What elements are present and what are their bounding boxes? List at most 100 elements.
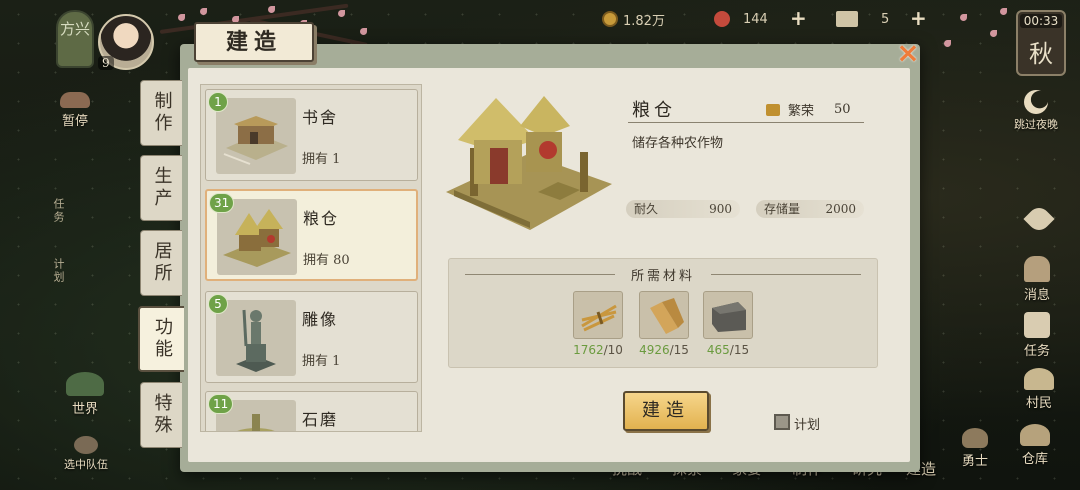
tab-production[interactable]: 生产 (140, 155, 182, 221)
task-label: 任务 (1024, 344, 1051, 359)
building-name: 雕像 (302, 310, 339, 329)
storage-stat: 存储量 2000 (756, 200, 864, 218)
resource2: 144 (714, 8, 768, 30)
warehouse-label: 仓库 (1021, 452, 1048, 467)
plan-checkbox[interactable] (774, 414, 790, 430)
time-season-panel[interactable]: 00:33 秋 (1016, 10, 1066, 76)
copper-coin-icon (602, 11, 618, 27)
close-button[interactable]: × (894, 39, 922, 68)
list-item-study-house[interactable]: 1 书舍 拥有 1 (205, 89, 418, 181)
bell-icon (1024, 256, 1050, 282)
skip-night-label: 跳过夜晚 (1014, 118, 1058, 131)
team-icon (74, 436, 98, 454)
sakura-petal (960, 14, 967, 21)
material-have: 465 (706, 343, 730, 357)
warrior-button[interactable]: 勇士 (962, 428, 988, 469)
resource2-amount: 144 (743, 11, 768, 27)
world-label: 世界 (71, 402, 98, 417)
stone-block-icon (703, 291, 753, 339)
building-list[interactable]: 1 书舍 拥有 1 31 粮仓 拥有 80 5 雕像 拥有 1 11 石磨 (200, 84, 422, 432)
player-level: 9 (98, 56, 114, 70)
list-item-statue[interactable]: 5 雕像 拥有 1 (205, 291, 418, 383)
prosperity-value: 50 (834, 102, 851, 117)
list-item-granary[interactable]: 31 粮仓 拥有 80 (205, 189, 418, 281)
material-stone[interactable]: 465/15 (703, 291, 753, 357)
list-item-stone-mill[interactable]: 11 石磨 (205, 391, 418, 431)
level-badge: 31 (209, 193, 235, 213)
resource3-amount: 5 (881, 11, 890, 27)
tab-craft[interactable]: 制作 (140, 80, 182, 146)
faction-badge[interactable]: 方兴 (56, 10, 94, 68)
prosperity-stat: 繁荣 50 (766, 100, 851, 119)
durability-stat: 耐久 900 (626, 200, 740, 218)
sakura-petal (268, 6, 275, 13)
season: 秋 (1029, 40, 1053, 68)
statue-icon (236, 309, 276, 372)
sakura-petal (990, 30, 997, 37)
material-need: /15 (669, 343, 689, 357)
build-button[interactable]: 建造 (623, 391, 709, 431)
flower-menu-button[interactable] (1023, 203, 1055, 235)
resource3: 5 (836, 8, 889, 30)
mountain-icon (66, 372, 104, 396)
building-owned: 拥有 80 (303, 253, 350, 268)
villager-button[interactable]: 村民 (1024, 368, 1054, 411)
task-button[interactable]: 任务 (1024, 312, 1050, 359)
plan-checkbox-label: 计划 (794, 418, 821, 433)
sakura-petal (1000, 8, 1007, 15)
level-badge: 1 (208, 92, 228, 112)
warehouse-icon (1020, 424, 1050, 446)
building-owned: 拥有 1 (302, 354, 341, 369)
select-team-label: 选中队伍 (64, 458, 108, 471)
study-house-thumbnail (216, 98, 296, 174)
sakura-petal (360, 28, 367, 35)
material-straw[interactable]: 1762/10 (573, 291, 623, 357)
ticket-icon (836, 11, 858, 27)
detail-building-name: 粮仓 (632, 100, 676, 121)
task-short-label[interactable]: 任务 (50, 198, 66, 224)
warehouse-button[interactable]: 仓库 (1020, 424, 1050, 467)
material-wood[interactable]: 4926/15 (639, 291, 689, 357)
warrior-icon (962, 428, 988, 448)
durability-value: 900 (709, 202, 732, 216)
tab-residence[interactable]: 居所 (140, 230, 182, 296)
granary-preview-image (446, 96, 612, 230)
building-name: 书舍 (302, 108, 339, 127)
durability-label: 耐久 (634, 202, 659, 216)
material-need: /15 (729, 343, 750, 357)
world-button[interactable]: 世界 (66, 372, 104, 417)
message-button[interactable]: 消息 (1024, 256, 1050, 303)
storage-value: 2000 (825, 202, 856, 216)
wood-plank-icon (639, 291, 689, 339)
prosperity-label: 繁荣 (788, 104, 815, 119)
building-owned: 拥有 1 (302, 152, 341, 167)
message-label: 消息 (1024, 288, 1051, 303)
villager-label: 村民 (1025, 396, 1052, 411)
sakura-petal (200, 8, 207, 15)
pause-label: 暂停 (61, 114, 88, 129)
add-resource3-button[interactable]: + (910, 6, 927, 30)
pause-button[interactable]: 暂停 (60, 92, 90, 129)
study-house-icon (223, 116, 288, 165)
detail-description: 储存各种农作物 (632, 136, 724, 151)
prosperity-icon (766, 103, 780, 116)
material-have: 4926 (639, 343, 670, 357)
level-badge: 11 (208, 394, 234, 414)
statue-thumbnail (216, 300, 296, 376)
materials-title: 所需材料 (630, 269, 695, 284)
warrior-label: 勇士 (962, 454, 989, 469)
tab-function[interactable]: 功能 (138, 306, 184, 372)
detail-divider (628, 122, 864, 123)
moon-icon (1024, 90, 1048, 114)
tab-special[interactable]: 特殊 (140, 382, 182, 448)
straw-icon (573, 291, 623, 339)
sakura-petal (338, 10, 345, 17)
add-resource2-button[interactable]: + (790, 6, 807, 30)
skip-night-button[interactable]: 跳过夜晚 (1014, 90, 1058, 132)
copper-resource: 1.82万 (602, 8, 665, 30)
building-name: 石磨 (302, 410, 339, 429)
select-team-button[interactable]: 选中队伍 (64, 436, 108, 472)
pause-icon (60, 92, 90, 108)
plan-short-label[interactable]: 计划 (50, 258, 66, 284)
material-need: /10 (603, 343, 623, 357)
